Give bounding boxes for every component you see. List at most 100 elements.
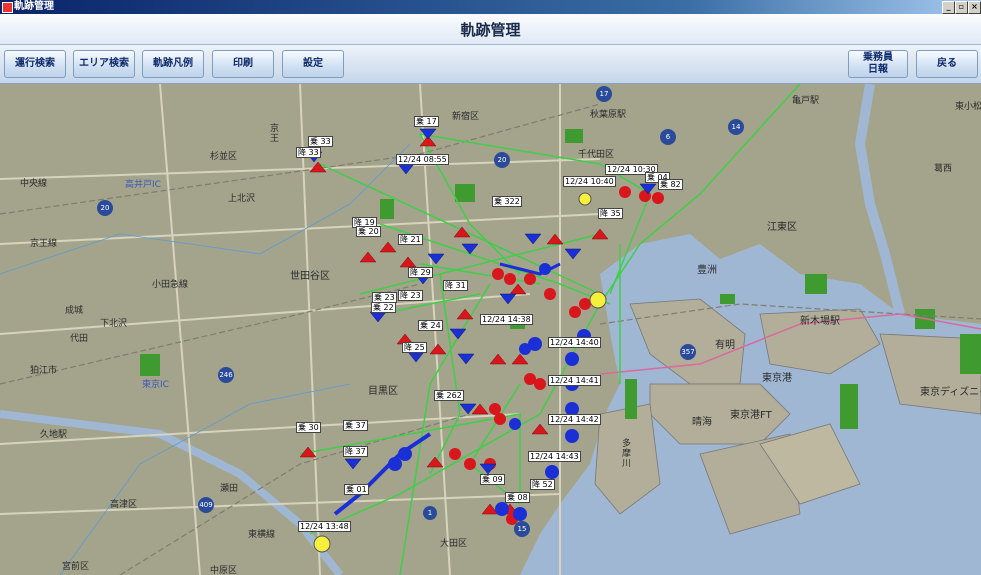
track-legend-button[interactable]: 軌跡凡例 xyxy=(142,50,204,78)
label-keio-line: 京王線 xyxy=(30,239,58,249)
park-1 xyxy=(565,129,583,143)
label-nakahara: 中原区 xyxy=(210,566,238,575)
settings-button[interactable]: 設定 xyxy=(282,50,344,78)
track-bubble-8[interactable]: 乗 322 xyxy=(492,196,522,207)
track-bubble-13[interactable]: 降 31 xyxy=(443,280,468,291)
label-shinkiba: 新木場駅 xyxy=(800,316,840,327)
label-ariake: 有明 xyxy=(715,340,735,351)
label-ota: 大田区 xyxy=(440,539,468,549)
map-canvas[interactable] xyxy=(0,84,981,575)
label-shinjuku: 新宿区 xyxy=(452,112,480,122)
track-bubble-4[interactable]: 12/24 08:55 xyxy=(396,154,449,165)
track-bubble-3[interactable]: 降 33 xyxy=(296,147,321,158)
label-shimokitazawa: 下北沢 xyxy=(100,319,128,329)
track-bubble-23[interactable]: 乗 262 xyxy=(434,390,464,401)
label-chuo-line: 中央線 xyxy=(20,179,48,189)
track-bubble-12[interactable]: 降 29 xyxy=(408,267,433,278)
track-bubble-27[interactable]: 乗 01 xyxy=(344,484,369,495)
track-bubble-22[interactable]: 12/24 14:43 xyxy=(528,451,581,462)
page-title: 軌跡管理 xyxy=(460,21,521,39)
label-kugahara: 久地駅 xyxy=(40,430,68,440)
route-14-label: 14 xyxy=(731,123,741,131)
label-tokyo-port: 東京港 xyxy=(762,373,792,384)
label-takaido-ic: 高井戸IC xyxy=(125,180,161,190)
route-20a-label: 20 xyxy=(497,156,507,164)
track-bubble-1[interactable]: 乗 17 xyxy=(414,116,439,127)
track-bubble-32[interactable]: 12/24 14:38 xyxy=(480,314,533,325)
track-bubble-17[interactable]: 乗 24 xyxy=(418,320,443,331)
track-bubble-31[interactable]: 乗 08 xyxy=(505,492,530,503)
park-3 xyxy=(380,199,394,219)
track-bubble-34[interactable]: 降 35 xyxy=(598,208,623,219)
track-bubble-7[interactable]: 12/24 10:40 xyxy=(563,176,616,187)
label-suginami: 杉並区 xyxy=(210,152,238,162)
operation-search-button[interactable]: 運行検索 xyxy=(4,50,66,78)
label-seijo: 成城 xyxy=(65,306,84,316)
label-koto: 江東区 xyxy=(767,222,797,233)
route-409-label: 409 xyxy=(199,501,213,509)
track-bubble-16[interactable]: 乗 22 xyxy=(371,302,396,313)
track-bubble-21[interactable]: 12/24 14:42 xyxy=(548,414,601,425)
print-button[interactable]: 印刷 xyxy=(212,50,274,78)
area-search-button[interactable]: エリア検索 xyxy=(73,50,135,78)
label-komae: 狛江市 xyxy=(30,366,58,376)
route-1-label: 1 xyxy=(427,509,433,517)
park-10 xyxy=(625,379,637,419)
label-tokyo-port-ft: 東京港FT xyxy=(730,410,772,421)
crew-daily-report-button[interactable]: 乗務員 日報 xyxy=(848,50,908,78)
track-bubble-26[interactable]: 降 37 xyxy=(343,446,368,457)
label-kameido: 亀戸駅 xyxy=(792,96,820,106)
close-button[interactable]: × xyxy=(968,1,981,14)
track-bubble-25[interactable]: 乗 37 xyxy=(343,420,368,431)
map-view[interactable]: 17 6 14 20 20 246 357 15 409 1 新宿区 杉並区 千… xyxy=(0,84,981,575)
route-6-label: 6 xyxy=(665,133,671,141)
label-akihabara: 秋葉原駅 xyxy=(590,110,627,120)
track-bubble-18[interactable]: 降 25 xyxy=(402,342,427,353)
track-bubble-29[interactable]: 乗 09 xyxy=(480,474,505,485)
track-bubble-24[interactable]: 乗 30 xyxy=(296,422,321,433)
crew-daily-report-label-2: 日報 xyxy=(868,64,888,75)
label-toyoko-line: 東横線 xyxy=(248,530,276,540)
park-4 xyxy=(140,354,160,376)
crew-daily-report-label-1: 乗務員 xyxy=(863,52,893,63)
label-tokyo-ic: 東京IC xyxy=(142,380,169,390)
label-tama-vertical: 多摩川 xyxy=(622,439,632,469)
app-icon xyxy=(2,2,13,13)
track-bubble-20[interactable]: 12/24 14:41 xyxy=(548,375,601,386)
label-meguro: 目黒区 xyxy=(368,386,398,397)
track-bubble-11[interactable]: 降 21 xyxy=(398,234,423,245)
track-bubble-30[interactable]: 降 52 xyxy=(530,479,555,490)
label-toyosu: 豊洲 xyxy=(697,265,717,276)
park-9 xyxy=(960,334,981,374)
track-bubble-28[interactable]: 12/24 13:48 xyxy=(298,521,351,532)
minimize-button[interactable]: _ xyxy=(942,1,955,14)
park-6 xyxy=(840,384,858,429)
label-disney: 東京ディズニー xyxy=(920,387,981,398)
track-bubble-33[interactable]: 乗 82 xyxy=(658,179,683,190)
restore-button[interactable]: ▫ xyxy=(955,1,968,14)
track-bubble-10[interactable]: 乗 20 xyxy=(356,226,381,237)
page-header: 軌跡管理 xyxy=(0,14,981,45)
label-keio-vertical: 京王 xyxy=(270,124,280,144)
label-kasai: 葛西 xyxy=(934,164,953,174)
label-setagaya: 世田谷区 xyxy=(290,271,330,282)
label-odakyu-line: 小田急線 xyxy=(152,280,189,290)
window-title: 軌跡管理 xyxy=(14,1,54,12)
track-bubble-15[interactable]: 降 23 xyxy=(398,290,423,301)
route-17-label: 17 xyxy=(599,90,609,98)
label-seta: 瀬田 xyxy=(220,484,239,494)
window-titlebar: 軌跡管理 _ ▫ × xyxy=(0,0,981,14)
label-takatsu: 高津区 xyxy=(110,500,138,510)
route-15-label: 15 xyxy=(517,525,527,533)
route-357-label: 357 xyxy=(681,348,695,356)
park-7 xyxy=(720,294,735,304)
label-chiyoda: 千代田区 xyxy=(578,150,615,160)
park-2 xyxy=(455,184,475,202)
track-bubble-2[interactable]: 乗 33 xyxy=(308,136,333,147)
toolbar: 運行検索 エリア検索 軌跡凡例 印刷 設定 乗務員 日報 戻る xyxy=(0,45,981,84)
route-246-label: 246 xyxy=(219,371,233,379)
back-button[interactable]: 戻る xyxy=(916,50,978,78)
track-bubble-19[interactable]: 12/24 14:40 xyxy=(548,337,601,348)
label-kamikitazawa: 上北沢 xyxy=(228,194,256,204)
label-miyamae: 宮前区 xyxy=(62,562,90,572)
